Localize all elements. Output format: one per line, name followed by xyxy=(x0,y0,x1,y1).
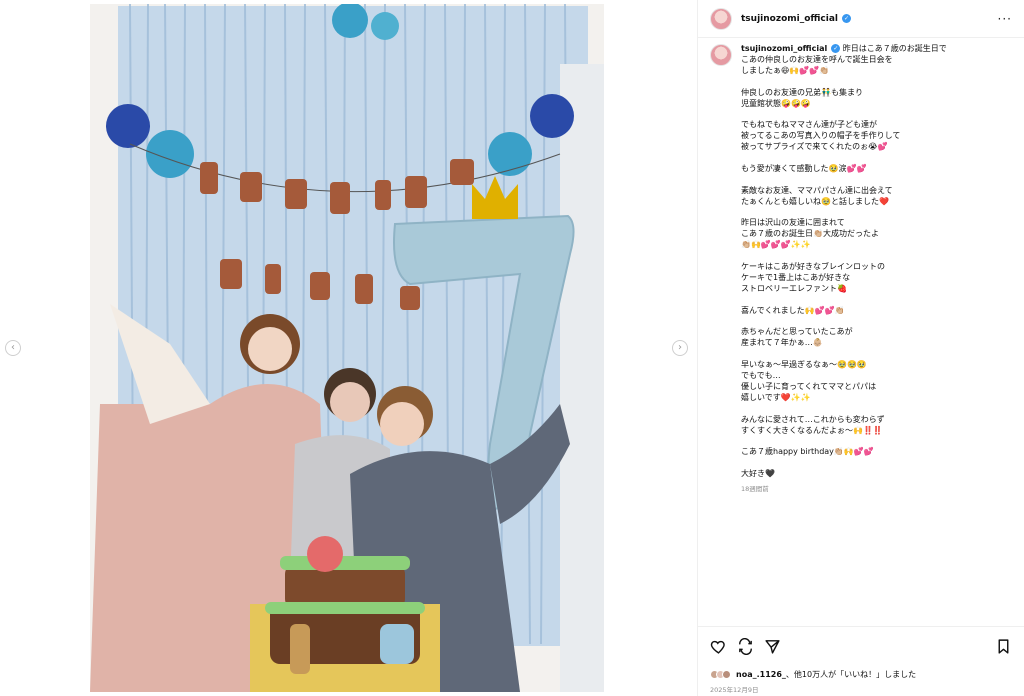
caption-body: tsujinozomi_official ✓ 昨日はこあ７歳のお誕生日で こあの仲… xyxy=(741,44,1011,624)
caption-avatar[interactable] xyxy=(710,44,732,66)
caption-line: しましたぁ😆🙌💕💕👏🏼 xyxy=(741,65,830,75)
chevron-left-icon[interactable]: ‹ xyxy=(5,340,21,356)
action-bar: noa_.1126_、他10万人が「いいね！」しました 2025年12月9日 xyxy=(698,626,1024,694)
media-pane: ‹ › xyxy=(0,0,697,696)
caption-line: ケーキで1番上はこあが好きな xyxy=(741,272,851,282)
caption-line: でもでも… xyxy=(741,371,781,381)
caption: tsujinozomi_official ✓ 昨日はこあ７歳のお誕生日で こあの仲… xyxy=(710,44,1014,624)
caption-line: こあの仲良しのお友達を呼んで誕生日会を xyxy=(741,54,893,64)
more-options-icon[interactable]: ··· xyxy=(998,12,1012,26)
caption-gap xyxy=(741,153,1011,164)
verified-badge-icon: ✓ xyxy=(831,44,841,53)
caption-text: 昨日はこあ７歳のお誕生日で xyxy=(842,44,947,53)
caption-line: 被ってサプライズで来てくれたのぉ😭💕 xyxy=(741,142,888,152)
liker-username[interactable]: noa_.1126_ xyxy=(736,670,786,679)
bookmark-icon[interactable] xyxy=(995,638,1012,655)
caption-line: 早いなぁ〜早過ぎるなぁ〜🥹🥹🥹 xyxy=(741,360,867,370)
caption-lines: こあの仲良しのお友達を呼んで誕生日会を しましたぁ😆🙌💕💕👏🏼 仲良しのお友達の兄弟… xyxy=(741,55,1011,480)
caption-gap xyxy=(741,109,1011,120)
action-icons xyxy=(710,637,1012,655)
caption-line: tsujinozomi_official ✓ 昨日はこあ７歳のお誕生日で xyxy=(741,44,1011,55)
time-ago: 18週間前 xyxy=(741,485,769,494)
caption-line: 児童館状態🤪🤪🤪 xyxy=(741,98,811,108)
post-sidebar: tsujinozomi_official ✓ ··· tsujinozomi_o… xyxy=(697,0,1024,696)
caption-line: 優しい子に育ってくれてママとパパは xyxy=(741,381,877,391)
caption-line: 仲良しのお友達の兄弟👬も集まり xyxy=(741,87,863,97)
caption-gap xyxy=(741,251,1011,262)
caption-line: 産まれて７年かぁ…👶🏼 xyxy=(741,338,823,348)
caption-line: 昨日は沢山の友達に囲まれて xyxy=(741,218,845,228)
caption-line: 大好き🖤 xyxy=(741,469,775,479)
post-date: 2025年12月9日 xyxy=(710,686,759,694)
caption-gap xyxy=(741,77,1011,88)
avatar[interactable] xyxy=(710,7,732,30)
heart-icon[interactable] xyxy=(710,638,727,655)
username-link[interactable]: tsujinozomi_official xyxy=(741,14,838,24)
caption-line: 赤ちゃんだと思っていたこあが xyxy=(741,327,853,337)
caption-gap xyxy=(741,349,1011,360)
likes-row: noa_.1126_、他10万人が「いいね！」しました xyxy=(710,669,1012,680)
caption-username-link[interactable]: tsujinozomi_official xyxy=(741,44,827,53)
caption-gap xyxy=(741,295,1011,306)
caption-line: 嬉しいです❤️✨✨ xyxy=(741,392,811,402)
likes-count-text: 、他10万人が「いいね！」しました xyxy=(785,670,917,679)
share-icon[interactable] xyxy=(764,638,781,655)
caption-line: 素敵なお友達、ママパパさん達に出会えて xyxy=(741,185,893,195)
instagram-post-view: ‹ › tsujinozomi_official ✓ ··· tsujinozo… xyxy=(0,0,1024,696)
caption-gap xyxy=(741,458,1011,469)
caption-line: 被ってるこあの写真入りの帽子を手作りして xyxy=(741,131,901,141)
post-header: tsujinozomi_official ✓ ··· xyxy=(698,0,1024,38)
caption-gap xyxy=(741,208,1011,219)
caption-line: たぁくんとも嬉しいね🥹と話しました❤️ xyxy=(741,196,889,206)
caption-line: ケーキはこあが好きなブレインロットの xyxy=(741,262,885,272)
caption-line: みんなに愛されて…これからも変わらず xyxy=(741,414,885,424)
chevron-right-icon[interactable]: › xyxy=(672,340,688,356)
caption-line: 👏🏼🙌💕💕💕✨✨ xyxy=(741,240,811,250)
caption-line: 喜んでくれました🙌💕💕👏🏼 xyxy=(741,305,845,315)
caption-gap xyxy=(741,317,1011,328)
caption-line: こあ７歳のお誕生日👏🏼大成功だったよ xyxy=(741,229,879,239)
caption-gap xyxy=(741,436,1011,447)
post-photo[interactable] xyxy=(90,4,604,692)
verified-badge-icon: ✓ xyxy=(842,14,852,23)
caption-line: すくすく大きくなるんだよぉ〜🙌‼️‼️ xyxy=(741,425,883,435)
likes-text[interactable]: noa_.1126_、他10万人が「いいね！」しました xyxy=(736,669,916,680)
repost-icon[interactable] xyxy=(737,637,754,655)
caption-gap xyxy=(741,175,1011,186)
avatar xyxy=(722,670,731,679)
caption-line: ストロベリーエレファント🍓 xyxy=(741,283,847,293)
caption-gap xyxy=(741,404,1011,415)
caption-line: でもねでもねママさん達が子ども達が xyxy=(741,120,877,130)
caption-line: もう愛が凄くて感動した🥹涙💕💕 xyxy=(741,163,867,173)
caption-line: こあ７歳happy birthday👏🏼🙌💕💕 xyxy=(741,447,874,457)
